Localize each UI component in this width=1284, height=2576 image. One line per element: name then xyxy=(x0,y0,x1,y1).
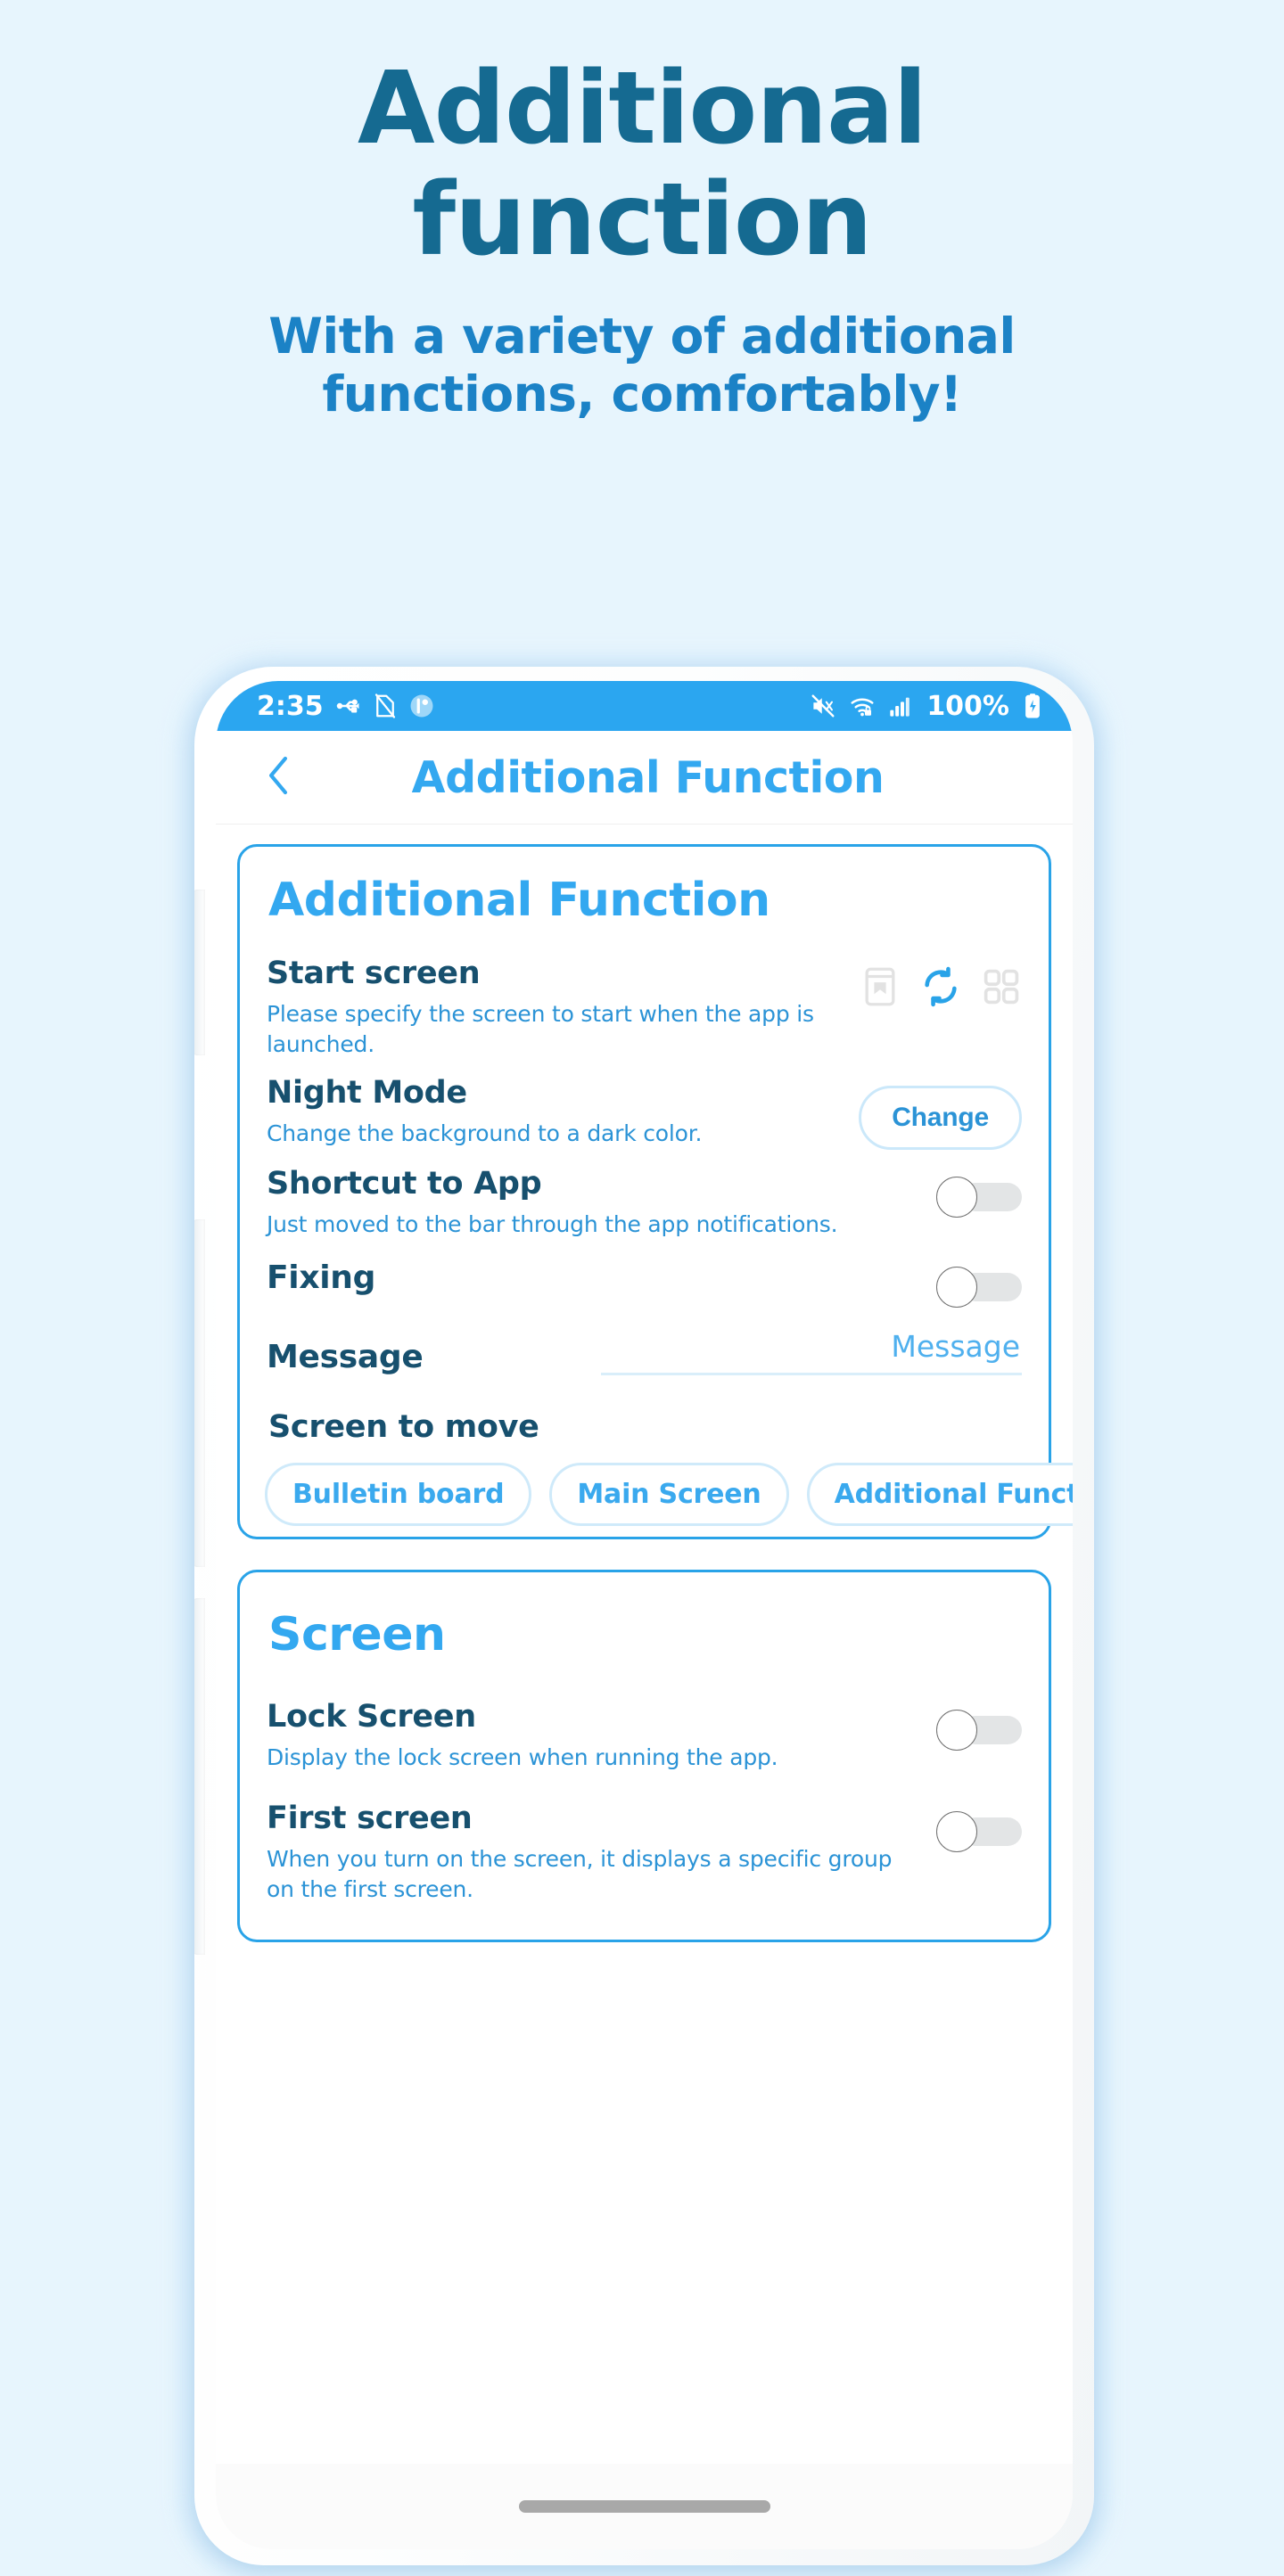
card-additional-function: Additional Function Start screen Please … xyxy=(237,844,1073,1539)
row-shortcut-to-app[interactable]: Shortcut to App Just moved to the bar th… xyxy=(267,1162,1022,1252)
chip-main-screen[interactable]: Main Screen xyxy=(549,1462,789,1526)
app-bar: Additional Function xyxy=(216,731,1073,824)
gesture-bar-area xyxy=(216,2464,1073,2549)
row-title: Fixing xyxy=(267,1259,376,1296)
promo-subtitle-line2: functions, comfortably! xyxy=(322,365,962,422)
phone-body: 2:35 100% Additional Function Additional… xyxy=(194,667,1094,2565)
row-texts: Lock Screen Display the lock screen when… xyxy=(267,1699,920,1773)
row-title: Lock Screen xyxy=(267,1698,476,1735)
message-label: Message xyxy=(267,1338,424,1375)
row-control xyxy=(936,1166,1022,1218)
battery-percent-label: 100% xyxy=(926,690,1009,722)
phone-screen: 2:35 100% Additional Function Additional… xyxy=(216,681,1073,2549)
fixing-toggle[interactable] xyxy=(936,1266,1022,1308)
row-texts: Start screen Please specify the screen t… xyxy=(267,956,844,1059)
row-title: Shortcut to App xyxy=(267,1166,542,1202)
toggle-knob xyxy=(936,1811,977,1852)
status-bar-right: 100% xyxy=(810,691,1042,722)
row-control xyxy=(936,1256,1022,1308)
status-bar: 2:35 100% xyxy=(216,681,1073,731)
row-fixing[interactable]: Fixing xyxy=(267,1252,1022,1313)
phone-mockup: 2:35 100% Additional Function Additional… xyxy=(183,660,1106,2576)
row-texts: First screen When you turn on the screen… xyxy=(267,1801,920,1904)
page-title: Additional Function xyxy=(411,751,885,803)
promo-header: Additional function With a variety of ad… xyxy=(0,0,1284,423)
message-input[interactable] xyxy=(601,1328,1022,1375)
toggle-knob xyxy=(936,1266,977,1308)
screen-to-move-label: Screen to move xyxy=(268,1408,539,1445)
row-control: Change xyxy=(859,1075,1022,1150)
home-gesture-bar[interactable] xyxy=(518,2500,770,2513)
refresh-sync-icon[interactable] xyxy=(920,966,961,1007)
row-start-screen[interactable]: Start screen Please specify the screen t… xyxy=(267,952,1022,1071)
row-night-mode[interactable]: Night Mode Change the background to a da… xyxy=(267,1071,1022,1162)
chevron-left-icon xyxy=(261,752,295,802)
bookmark-board-icon[interactable] xyxy=(860,966,901,1007)
phone-side-button-bottom[interactable] xyxy=(194,1598,205,1955)
promo-subtitle-line1: With a variety of additional xyxy=(268,307,1016,365)
battery-icon xyxy=(1023,693,1042,719)
chip-bulletin-board[interactable]: Bulletin board xyxy=(265,1462,532,1526)
change-button[interactable]: Change xyxy=(859,1086,1022,1150)
row-title: First screen xyxy=(267,1801,473,1836)
row-description: Change the background to a dark color. xyxy=(267,1120,703,1146)
card-title: Additional Function xyxy=(268,874,770,927)
first-screen-toggle[interactable] xyxy=(936,1811,1022,1852)
mute-icon xyxy=(810,693,836,719)
row-description: Just moved to the bar through the app no… xyxy=(267,1211,838,1237)
card-title: Screen xyxy=(268,1607,446,1661)
app-circle-icon xyxy=(408,693,435,719)
toggle-knob xyxy=(936,1177,977,1218)
row-texts: Fixing xyxy=(267,1256,920,1304)
row-message[interactable]: Message xyxy=(267,1313,1022,1384)
row-control xyxy=(936,1699,1022,1751)
status-bar-clock: 2:35 xyxy=(257,690,324,722)
row-description: Please specify the screen to start when … xyxy=(267,1001,814,1057)
lock-screen-toggle[interactable] xyxy=(936,1709,1022,1751)
data-off-icon xyxy=(374,693,397,719)
row-control xyxy=(936,1801,1022,1852)
signal-icon xyxy=(888,693,913,719)
shortcut-to-app-toggle[interactable] xyxy=(936,1177,1022,1218)
row-texts: Shortcut to App Just moved to the bar th… xyxy=(267,1166,920,1240)
row-description: Display the lock screen when running the… xyxy=(267,1743,778,1770)
status-bar-left: 2:35 xyxy=(257,691,435,722)
grid-four-icon[interactable] xyxy=(981,966,1022,1007)
row-title: Night Mode xyxy=(267,1075,467,1111)
promo-title-line2: function xyxy=(412,162,872,279)
row-first-screen[interactable]: First screen When you turn on the screen… xyxy=(267,1784,1022,1916)
phone-side-button-middle[interactable] xyxy=(194,1219,205,1567)
chip-additional-function[interactable]: Additional Function xyxy=(806,1462,1073,1526)
card-screen: Screen Lock Screen Display the lock scre… xyxy=(237,1569,1051,1942)
promo-title: Additional function xyxy=(0,53,1284,277)
usb-icon xyxy=(335,693,362,719)
row-description: When you turn on the screen, it displays… xyxy=(267,1846,893,1902)
toggle-knob xyxy=(936,1709,977,1751)
row-title: Start screen xyxy=(267,956,481,991)
promo-title-line1: Additional xyxy=(358,51,927,167)
row-lock-screen[interactable]: Lock Screen Display the lock screen when… xyxy=(267,1695,1022,1785)
promo-subtitle: With a variety of additional functions, … xyxy=(0,308,1284,423)
back-button[interactable] xyxy=(251,751,305,804)
phone-side-button-top[interactable] xyxy=(194,890,205,1055)
screen-to-move-chips: Bulletin board Main Screen Additional Fu… xyxy=(265,1462,1073,1526)
start-screen-options xyxy=(860,956,1022,1007)
wifi-lock-icon xyxy=(848,693,877,719)
settings-content[interactable]: Additional Function Start screen Please … xyxy=(216,824,1073,2549)
row-texts: Night Mode Change the background to a da… xyxy=(267,1075,843,1149)
